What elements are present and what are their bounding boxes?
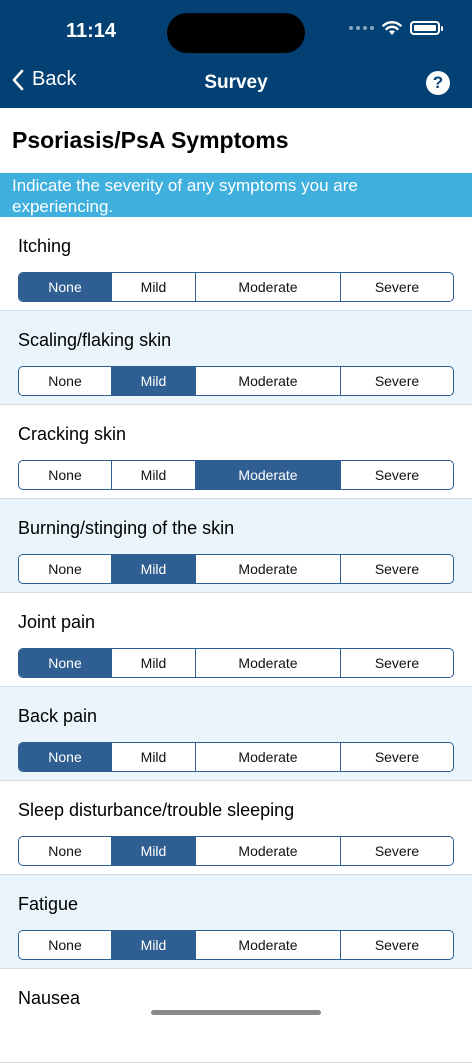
severity-option-none[interactable]: None xyxy=(19,743,111,771)
symptom-row: Sleep disturbance/trouble sleeping None Mi… xyxy=(0,781,472,875)
severity-option-severe[interactable]: Severe xyxy=(340,367,453,395)
severity-option-severe[interactable]: Severe xyxy=(340,555,453,583)
symptom-row: Cracking skin None Mild Moderate Severe xyxy=(0,405,472,499)
severity-option-mild[interactable]: Mild xyxy=(111,555,195,583)
symptom-label: Scaling/flaking skin xyxy=(18,330,172,350)
battery-icon xyxy=(410,21,443,35)
severity-option-severe[interactable]: Severe xyxy=(340,273,453,301)
wifi-icon xyxy=(382,21,402,35)
severity-option-none[interactable]: None xyxy=(19,273,111,301)
nav-title: Survey xyxy=(204,72,268,93)
severity-segmented-control: None Mild Moderate Severe xyxy=(18,460,454,490)
symptom-label: Itching xyxy=(18,236,72,256)
severity-segmented-control: None Mild Moderate Severe xyxy=(18,648,454,678)
severity-option-mild[interactable]: Mild xyxy=(111,837,195,865)
symptom-label: Nausea xyxy=(18,988,81,1008)
symptom-row: Itching None Mild Moderate Severe xyxy=(0,217,472,311)
severity-segmented-control: None Mild Moderate Severe xyxy=(18,272,454,302)
status-icons xyxy=(349,20,443,36)
severity-option-mild[interactable]: Mild xyxy=(111,931,195,959)
severity-option-mild[interactable]: Mild xyxy=(111,367,195,395)
severity-option-moderate[interactable]: Moderate xyxy=(195,837,340,865)
help-icon[interactable]: ? xyxy=(426,71,450,95)
severity-segmented-control: None Mild Moderate Severe xyxy=(18,554,454,584)
severity-option-none[interactable]: None xyxy=(19,649,111,677)
severity-option-none[interactable]: None xyxy=(19,555,111,583)
severity-option-mild[interactable]: Mild xyxy=(111,649,195,677)
severity-segmented-control: None Mild Moderate Severe xyxy=(18,930,454,960)
status-time: 11:14 xyxy=(66,20,117,42)
severity-option-none[interactable]: None xyxy=(19,931,111,959)
severity-option-none[interactable]: None xyxy=(19,367,111,395)
severity-option-moderate[interactable]: Moderate xyxy=(195,273,340,301)
severity-option-mild[interactable]: Mild xyxy=(111,273,195,301)
page-title: Psoriasis/PsA Symptoms xyxy=(12,127,289,153)
severity-option-moderate[interactable]: Moderate xyxy=(195,743,340,771)
severity-option-moderate[interactable]: Moderate xyxy=(195,649,340,677)
severity-option-moderate[interactable]: Moderate xyxy=(195,931,340,959)
symptom-label: Cracking skin xyxy=(18,424,127,444)
symptom-label: Burning/stinging of the skin xyxy=(18,518,235,538)
symptom-label: Fatigue xyxy=(18,894,79,914)
severity-option-moderate[interactable]: Moderate xyxy=(195,367,340,395)
symptom-row: Back pain None Mild Moderate Severe xyxy=(0,687,472,781)
severity-option-none[interactable]: None xyxy=(19,837,111,865)
severity-option-moderate[interactable]: Moderate xyxy=(195,461,340,489)
severity-option-moderate[interactable]: Moderate xyxy=(195,555,340,583)
severity-option-mild[interactable]: Mild xyxy=(111,743,195,771)
app-header: 11:14 Back Survey ? xyxy=(0,0,472,108)
severity-option-severe[interactable]: Severe xyxy=(340,461,453,489)
severity-segmented-control: None Mild Moderate Severe xyxy=(18,366,454,396)
severity-segmented-control: None Mild Moderate Severe xyxy=(18,742,454,772)
home-indicator[interactable] xyxy=(151,1010,321,1015)
dynamic-island xyxy=(167,13,305,53)
severity-option-none[interactable]: None xyxy=(19,461,111,489)
symptom-row: Scaling/flaking skin None Mild Moderate Seve… xyxy=(0,311,472,405)
severity-option-severe[interactable]: Severe xyxy=(340,743,453,771)
symptom-row: Fatigue None Mild Moderate Severe xyxy=(0,875,472,969)
symptom-row: Joint pain None Mild Moderate Severe xyxy=(0,593,472,687)
symptom-row: Nausea xyxy=(0,969,472,1063)
symptom-label: Sleep disturbance/trouble sleeping xyxy=(18,800,295,820)
symptom-label: Joint pain xyxy=(18,612,96,632)
instruction-banner: Indicate the severity of any symptoms yo… xyxy=(0,173,472,217)
severity-option-severe[interactable]: Severe xyxy=(340,931,453,959)
severity-option-severe[interactable]: Severe xyxy=(340,837,453,865)
severity-segmented-control: None Mild Moderate Severe xyxy=(18,836,454,866)
severity-option-severe[interactable]: Severe xyxy=(340,649,453,677)
symptom-row: Burning/stinging of the skin None Mild Mode… xyxy=(0,499,472,593)
severity-option-mild[interactable]: Mild xyxy=(111,461,195,489)
symptom-label: Back pain xyxy=(18,706,98,726)
cellular-signal-icon xyxy=(349,26,374,30)
symptom-list: Itching None Mild Moderate Severe Scaling/fla… xyxy=(0,217,472,1063)
